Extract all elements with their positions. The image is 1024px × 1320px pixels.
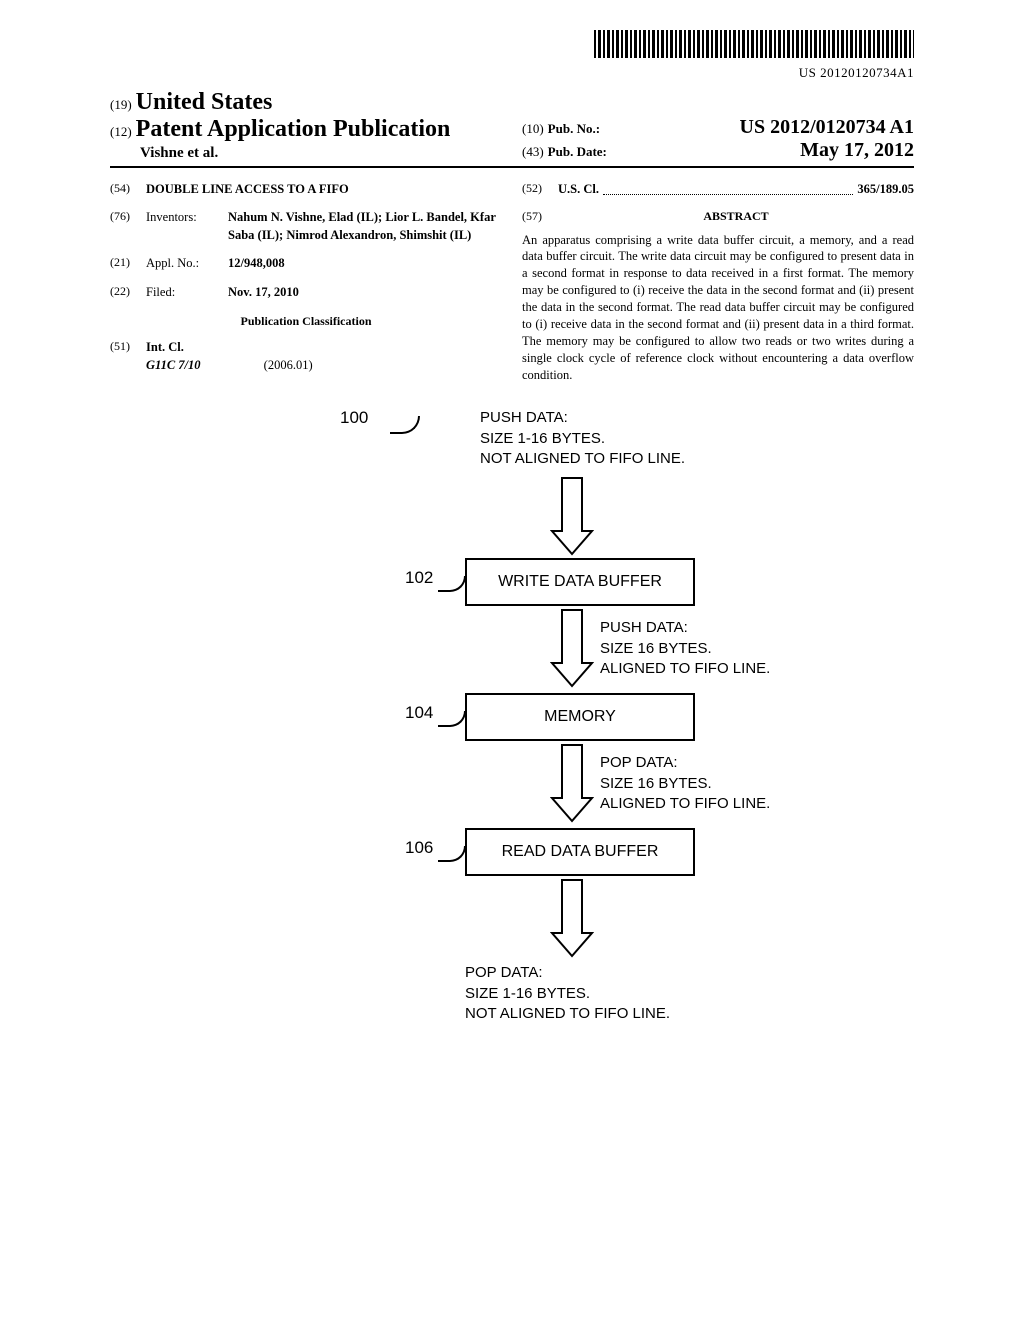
code-12: (12) xyxy=(110,124,132,139)
uscl-value: 365/189.05 xyxy=(857,180,914,198)
barcode-graphic xyxy=(594,30,914,58)
barcode-area: US 20120120734A1 xyxy=(110,30,914,81)
push-data-top-label: PUSH DATA: SIZE 1-16 BYTES. NOT ALIGNED … xyxy=(480,408,685,469)
arrow-down-1 xyxy=(550,476,594,556)
code-54: (54) xyxy=(110,180,146,198)
right-column: (52) U.S. Cl. 365/189.05 (57) ABSTRACT A… xyxy=(522,180,914,383)
code-22: (22) xyxy=(110,283,146,301)
left-column: (54) DOUBLE LINE ACCESS TO A FIFO (76) I… xyxy=(110,180,502,383)
pub-date: May 17, 2012 xyxy=(800,139,914,162)
authors-line: Vishne et al. xyxy=(110,145,502,162)
ref-106-leader xyxy=(438,846,466,862)
ref-104-leader xyxy=(438,711,466,727)
pubno-label: Pub. No.: xyxy=(548,121,600,136)
pubdate-label: Pub. Date: xyxy=(548,144,607,159)
arrow-down-4 xyxy=(550,878,594,958)
ref-106: 106 xyxy=(405,838,433,858)
pop-data-mid-label: POP DATA: SIZE 16 BYTES. ALIGNED TO FIFO… xyxy=(600,753,770,814)
pub-number: US 2012/0120734 A1 xyxy=(740,116,914,139)
doc-type: Patent Application Publication xyxy=(136,116,451,142)
country: United States xyxy=(136,89,273,115)
arrow-down-3 xyxy=(550,743,594,823)
push-data-mid-label: PUSH DATA: SIZE 16 BYTES. ALIGNED TO FIF… xyxy=(600,618,770,679)
memory-box: MEMORY xyxy=(465,693,695,741)
ref-102: 102 xyxy=(405,568,433,588)
filed-value: Nov. 17, 2010 xyxy=(228,283,502,301)
invention-title: DOUBLE LINE ACCESS TO A FIFO xyxy=(146,180,349,198)
ref-100-leader xyxy=(390,416,420,434)
applno-label: Appl. No.: xyxy=(146,254,228,272)
document-header: (19) United States (12) Patent Applicati… xyxy=(110,89,914,168)
filed-label: Filed: xyxy=(146,283,228,301)
inventors-value: Nahum N. Vishne, Elad (IL); Lior L. Band… xyxy=(228,208,502,244)
intcl-year: (2006.01) xyxy=(264,358,313,372)
code-51: (51) xyxy=(110,338,146,374)
uscl-label: U.S. Cl. xyxy=(558,180,599,198)
ref-104: 104 xyxy=(405,703,433,723)
write-data-buffer-box: WRITE DATA BUFFER xyxy=(465,558,695,606)
read-data-buffer-box: READ DATA BUFFER xyxy=(465,828,695,876)
inventors-label: Inventors: xyxy=(146,208,228,244)
code-21: (21) xyxy=(110,254,146,272)
dotted-leader xyxy=(603,180,853,195)
figure-1: 100 PUSH DATA: SIZE 1-16 BYTES. NOT ALIG… xyxy=(110,408,914,1228)
intcl-code: G11C 7/10 xyxy=(146,358,201,372)
ref-102-leader xyxy=(438,576,466,592)
pop-data-bottom-label: POP DATA: SIZE 1-16 BYTES. NOT ALIGNED T… xyxy=(465,963,670,1024)
code-52: (52) xyxy=(522,180,558,198)
arrow-down-2 xyxy=(550,608,594,688)
intcl-label: Int. Cl. xyxy=(146,338,313,356)
code-43: (43) xyxy=(522,144,544,159)
code-10: (10) xyxy=(522,121,544,136)
pub-classification-heading: Publication Classification xyxy=(110,313,502,330)
abstract-text: An apparatus comprising a write data buf… xyxy=(522,232,914,384)
applno-value: 12/948,008 xyxy=(228,254,502,272)
code-57: (57) xyxy=(522,208,558,231)
code-19: (19) xyxy=(110,97,132,112)
barcode-number: US 20120120734A1 xyxy=(110,65,914,81)
abstract-heading: ABSTRACT xyxy=(558,208,914,225)
code-76: (76) xyxy=(110,208,146,244)
ref-100: 100 xyxy=(340,408,368,428)
